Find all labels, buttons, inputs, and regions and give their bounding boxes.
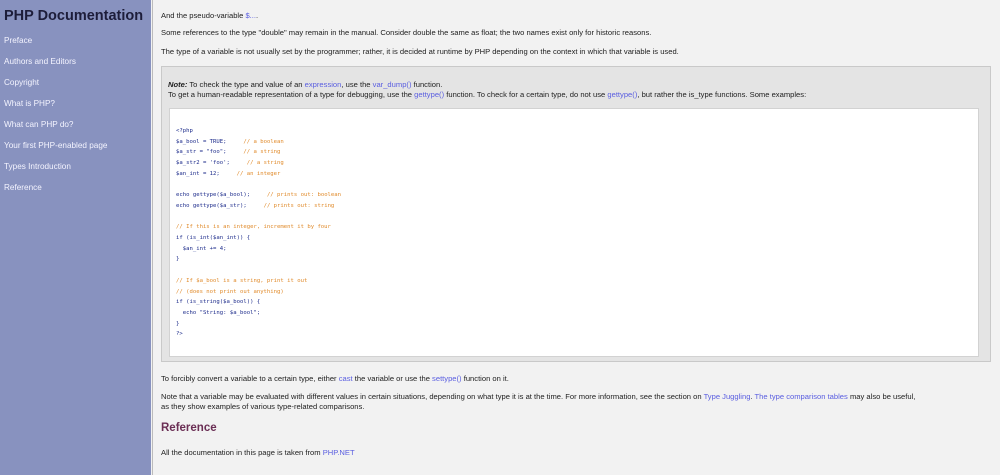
- main-content: And the pseudo-variable $.... Some refer…: [152, 0, 1000, 475]
- php-net-link[interactable]: PHP.NET: [323, 448, 355, 457]
- sidebar-item-what-is-php[interactable]: What is PHP?: [0, 98, 151, 119]
- sidebar-item-authors[interactable]: Authors and Editors: [0, 56, 151, 77]
- note-box: Note: To check the type and value of an …: [161, 66, 991, 362]
- expression-link[interactable]: expression: [305, 80, 342, 89]
- source-paragraph: All the documentation in this page is ta…: [161, 448, 355, 457]
- reference-heading: Reference: [161, 422, 217, 434]
- type-paragraph: The type of a variable is not usually se…: [161, 47, 679, 56]
- double-paragraph: Some references to the type "double" may…: [161, 28, 652, 37]
- note-line-2: To get a human-readable representation o…: [168, 90, 807, 99]
- note-label: Note:: [168, 80, 188, 89]
- sidebar-item-copyright[interactable]: Copyright: [0, 77, 151, 98]
- type-juggling-link[interactable]: Type Juggling: [704, 392, 751, 401]
- type-comparison-link[interactable]: The type comparison tables: [755, 392, 848, 401]
- evaluate-paragraph: Note that a variable may be evaluated wi…: [161, 392, 916, 401]
- sidebar-item-types-intro[interactable]: Types Introduction: [0, 161, 151, 182]
- pseudo-variable-link[interactable]: $...: [245, 11, 256, 20]
- note-line-1: Note: To check the type and value of an …: [168, 80, 443, 89]
- code-block: <?php $a_bool = TRUE; // a boolean $a_st…: [176, 128, 342, 338]
- evaluate-paragraph-line-2: as they show examples of various type-re…: [161, 402, 365, 411]
- code-example: <?php $a_bool = TRUE; // a boolean $a_st…: [169, 108, 979, 357]
- sidebar-nav: Preface Authors and Editors Copyright Wh…: [0, 35, 151, 203]
- settype-link[interactable]: settype(): [432, 374, 462, 383]
- sidebar-item-what-can-php-do[interactable]: What can PHP do?: [0, 119, 151, 140]
- sidebar-title[interactable]: PHP Documentation: [4, 8, 151, 24]
- sidebar-item-reference[interactable]: Reference: [0, 182, 151, 203]
- sidebar-item-first-page[interactable]: Your first PHP-enabled page: [0, 140, 151, 161]
- gettype-link-2[interactable]: gettype(): [607, 90, 637, 99]
- pseudo-variable-paragraph: And the pseudo-variable $....: [161, 11, 259, 20]
- sidebar: PHP Documentation Preface Authors and Ed…: [0, 0, 151, 475]
- var-dump-link[interactable]: var_dump(): [373, 80, 412, 89]
- convert-paragraph: To forcibly convert a variable to a cert…: [161, 374, 509, 383]
- sidebar-item-preface[interactable]: Preface: [0, 35, 151, 56]
- cast-link[interactable]: cast: [339, 374, 353, 383]
- gettype-link[interactable]: gettype(): [414, 90, 444, 99]
